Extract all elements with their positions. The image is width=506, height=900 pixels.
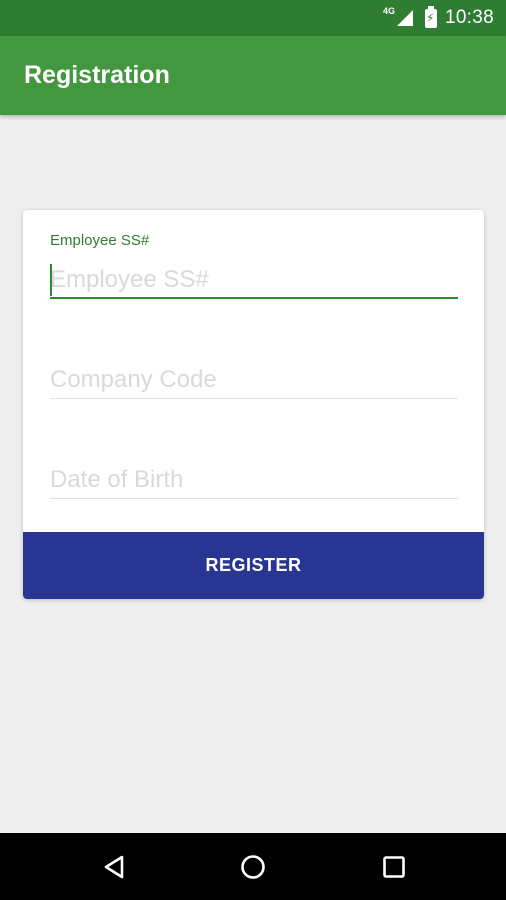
date-of-birth-field [50,458,458,502]
battery-charging-icon [424,5,437,28]
network-type: 4G [382,6,395,16]
back-icon[interactable] [96,849,132,885]
page-title: Registration [24,61,170,89]
status-bar: 4G 10:38 [0,0,506,36]
company-code-input[interactable] [50,360,458,400]
signal-icon [396,10,413,26]
app-bar: Registration [0,36,506,115]
company-code-underline [50,398,458,399]
date-of-birth-underline [50,498,458,499]
date-of-birth-input[interactable] [50,460,458,500]
registration-card: Employee SS# REGISTER [23,210,484,599]
employee-ss-field: Employee SS# [50,232,458,302]
employee-ss-label: Employee SS# [50,232,150,249]
clock: 10:38 [444,7,494,28]
company-code-field [50,358,458,402]
employee-ss-input[interactable] [50,260,458,300]
employee-ss-underline [50,297,458,299]
recents-icon[interactable] [376,849,412,885]
home-icon[interactable] [235,849,271,885]
register-button[interactable]: REGISTER [23,532,484,599]
navigation-bar [0,833,506,900]
